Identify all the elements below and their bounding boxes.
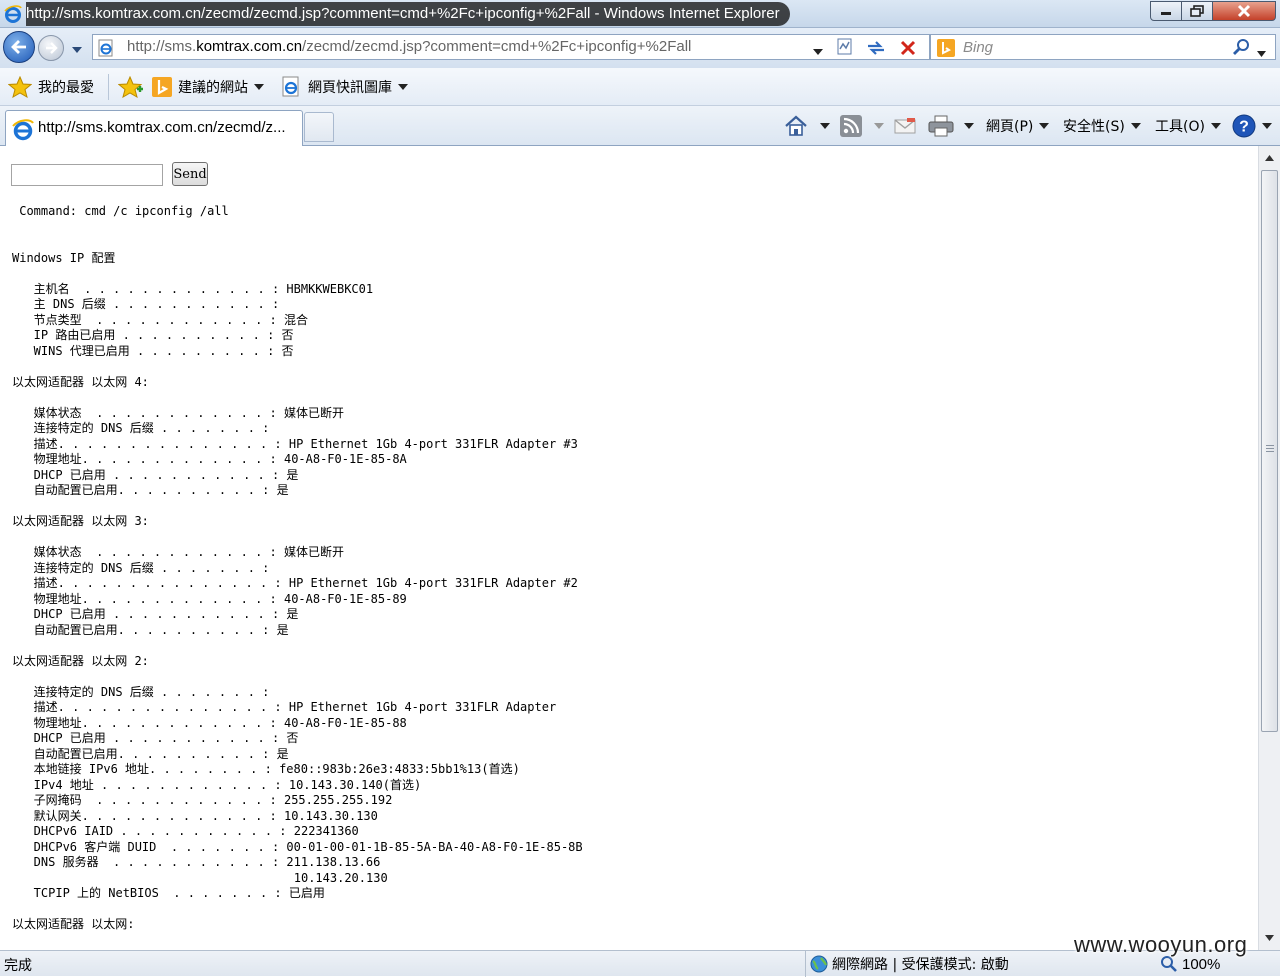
print-button[interactable] <box>928 113 974 139</box>
stop-icon[interactable] <box>899 39 917 61</box>
search-options-dropdown[interactable] <box>1257 45 1266 61</box>
help-button[interactable]: ? <box>1232 113 1272 139</box>
suggested-sites-button[interactable]: 建議的網站 <box>152 76 264 98</box>
add-to-favorites-bar-button[interactable] <box>118 76 144 98</box>
mail-icon <box>894 118 916 134</box>
page-content: Send Command: cmd /c ipconfig /all Windo… <box>0 146 1258 950</box>
chevron-down-icon <box>1257 51 1266 57</box>
web-slice-gallery-label: 網頁快訊圖庫 <box>308 80 392 96</box>
ie-logo-icon <box>4 5 22 27</box>
chevron-down-icon <box>1265 935 1274 941</box>
bing-icon <box>937 39 955 61</box>
home-button[interactable] <box>784 113 830 139</box>
home-icon <box>785 115 807 136</box>
chevron-down-icon <box>813 49 823 55</box>
minimize-button[interactable] <box>1150 1 1182 21</box>
tools-menu-label: 工具(O) <box>1155 119 1205 135</box>
search-icon[interactable] <box>1233 38 1251 60</box>
tools-menu-button[interactable]: 工具(O) <box>1155 113 1221 139</box>
send-button[interactable]: Send <box>172 162 208 186</box>
ipconfig-output: Windows IP 配置 主机名 . . . . . . . . . . . … <box>12 250 583 932</box>
safety-menu-button[interactable]: 安全性(S) <box>1063 113 1141 139</box>
favorites-label: 我的最愛 <box>38 80 94 96</box>
favorites-bar: 我的最愛 建議的網站 網頁快訊圖庫 <box>0 68 1280 106</box>
page-ie-icon <box>97 39 115 61</box>
arrow-right-icon <box>46 42 58 54</box>
command-output: Command: cmd /c ipconfig /all Windows IP… <box>12 204 583 933</box>
globe-icon <box>810 955 828 973</box>
close-icon <box>1237 4 1251 18</box>
scroll-thumb[interactable] <box>1261 170 1278 732</box>
help-icon: ? <box>1232 114 1256 138</box>
bing-icon <box>152 77 172 97</box>
chevron-down-icon <box>398 84 408 90</box>
title-bar: http://sms.komtrax.com.cn/zecmd/zecmd.js… <box>0 0 1280 28</box>
page-menu-label: 網頁(P) <box>986 119 1034 135</box>
chevron-down-icon[interactable] <box>874 123 884 129</box>
feeds-button[interactable] <box>840 113 884 139</box>
star-add-icon <box>118 76 143 98</box>
security-zone[interactable]: 網際網路 | 受保護模式: 啟動 <box>805 951 1009 977</box>
command-line: Command: cmd /c ipconfig /all <box>12 204 229 218</box>
close-button[interactable] <box>1212 1 1276 21</box>
command-input[interactable] <box>11 164 163 186</box>
maximize-button[interactable] <box>1181 1 1213 21</box>
address-bar[interactable]: http://sms.komtrax.com.cn/zecmd/zecmd.js… <box>92 34 930 60</box>
read-mail-button[interactable] <box>894 113 916 139</box>
favorites-button[interactable]: 我的最愛 <box>8 76 94 98</box>
star-icon <box>8 76 32 98</box>
chevron-down-icon[interactable] <box>964 123 974 129</box>
chevron-down-icon <box>1039 123 1050 129</box>
search-box[interactable] <box>930 34 1276 60</box>
zone-text: 網際網路 | 受保護模式: 啟動 <box>832 957 1009 973</box>
refresh-icon[interactable] <box>865 39 887 61</box>
address-url[interactable]: http://sms.komtrax.com.cn/zecmd/zecmd.js… <box>127 35 691 59</box>
svg-text:?: ? <box>1239 119 1249 136</box>
search-input[interactable] <box>963 36 1223 58</box>
printer-icon <box>928 115 954 137</box>
compatibility-view-icon[interactable] <box>835 38 855 60</box>
chevron-up-icon <box>1265 155 1274 161</box>
web-slice-gallery-button[interactable]: 網頁快訊圖庫 <box>280 76 408 98</box>
scroll-grip <box>1266 445 1274 454</box>
recent-pages-dropdown[interactable] <box>72 42 82 58</box>
chevron-down-icon <box>254 84 264 90</box>
ie-logo-icon <box>12 119 34 145</box>
suggested-sites-label: 建議的網站 <box>178 80 248 96</box>
safety-menu-label: 安全性(S) <box>1063 119 1125 135</box>
arrow-left-icon <box>11 40 26 54</box>
new-tab-button[interactable] <box>304 112 334 142</box>
vertical-scrollbar[interactable] <box>1258 146 1280 950</box>
tab-label: http://sms.komtrax.com.cn/zecmd/z... <box>38 119 286 136</box>
status-text: 完成 <box>4 958 32 974</box>
address-row: http://sms.komtrax.com.cn/zecmd/zecmd.js… <box>0 28 1280 68</box>
tab-row: http://sms.komtrax.com.cn/zecmd/z... 網頁(… <box>0 106 1280 146</box>
address-dropdown[interactable] <box>813 44 823 60</box>
page-menu-button[interactable]: 網頁(P) <box>986 113 1050 139</box>
restore-icon <box>1190 5 1204 17</box>
chevron-down-icon <box>1210 123 1221 129</box>
rss-icon <box>840 115 862 137</box>
chevron-down-icon <box>1262 123 1272 129</box>
toolbar-separator <box>108 74 109 100</box>
zoom-level: 100% <box>1182 955 1221 973</box>
chevron-down-icon <box>1130 123 1141 129</box>
chevron-down-icon <box>72 47 82 53</box>
window-title: http://sms.komtrax.com.cn/zecmd/zecmd.js… <box>26 2 790 26</box>
scroll-up-button[interactable] <box>1260 148 1279 168</box>
page-ie-icon <box>282 76 299 97</box>
scroll-down-button[interactable] <box>1260 928 1279 948</box>
tab-active[interactable]: http://sms.komtrax.com.cn/zecmd/z... <box>5 110 303 146</box>
chevron-down-icon[interactable] <box>820 123 830 129</box>
watermark: www.wooyun.org <box>1074 932 1248 957</box>
back-button[interactable] <box>3 31 35 63</box>
minimize-icon <box>1161 12 1171 15</box>
forward-button[interactable] <box>38 35 64 61</box>
